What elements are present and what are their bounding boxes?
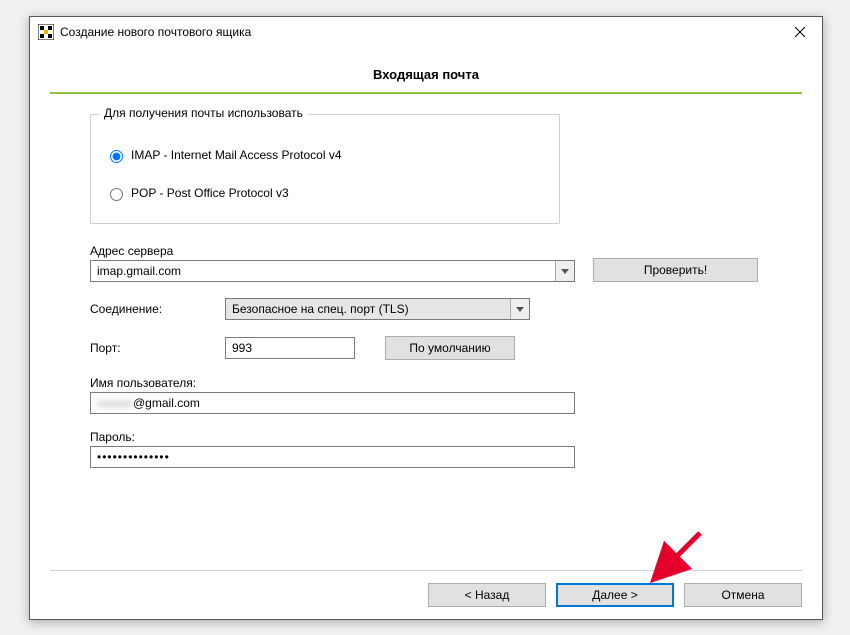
cancel-button[interactable]: Отмена <box>684 583 802 607</box>
connection-value: Безопасное на спец. порт (TLS) <box>232 302 409 316</box>
button-bar: < Назад Далее > Отмена <box>50 570 802 607</box>
port-input[interactable] <box>225 337 355 359</box>
username-label: Имя пользователя: <box>90 376 762 390</box>
page-title: Входящая почта <box>50 61 802 92</box>
server-label: Адрес сервера <box>90 244 575 258</box>
close-icon <box>795 27 805 37</box>
port-label: Порт: <box>90 341 225 355</box>
radio-pop-input[interactable] <box>110 188 123 201</box>
dialog-window: Создание нового почтового ящика Входящая… <box>29 16 823 620</box>
close-button[interactable] <box>777 17 822 47</box>
connection-label: Соединение: <box>90 302 225 316</box>
radio-imap-label: IMAP - Internet Mail Access Protocol v4 <box>131 148 342 162</box>
form-area: Для получения почты использовать IMAP - … <box>50 114 802 570</box>
protocol-group: Для получения почты использовать IMAP - … <box>90 114 560 224</box>
app-icon <box>38 24 54 40</box>
username-input[interactable]: xxxxxx @gmail.com <box>90 392 575 414</box>
port-default-button[interactable]: По умолчанию <box>385 336 515 360</box>
separator <box>50 92 802 94</box>
radio-imap[interactable]: IMAP - Internet Mail Access Protocol v4 <box>105 141 545 169</box>
window-title: Создание нового почтового ящика <box>60 25 777 39</box>
username-visible-part: @gmail.com <box>133 396 200 410</box>
chevron-down-icon <box>510 299 529 319</box>
username-hidden-part: xxxxxx <box>97 396 133 410</box>
server-address-value: imap.gmail.com <box>97 264 181 278</box>
radio-pop[interactable]: POP - Post Office Protocol v3 <box>105 179 545 207</box>
connection-select[interactable]: Безопасное на спец. порт (TLS) <box>225 298 530 320</box>
chevron-down-icon <box>555 261 574 281</box>
server-address-combo[interactable]: imap.gmail.com <box>90 260 575 282</box>
dialog-body: Входящая почта Для получения почты испол… <box>30 47 822 619</box>
back-button[interactable]: < Назад <box>428 583 546 607</box>
radio-imap-input[interactable] <box>110 150 123 163</box>
password-mask: •••••••••••••• <box>97 450 170 464</box>
radio-pop-label: POP - Post Office Protocol v3 <box>131 186 289 200</box>
password-label: Пароль: <box>90 430 762 444</box>
password-input[interactable]: •••••••••••••• <box>90 446 575 468</box>
protocol-group-label: Для получения почты использовать <box>99 106 308 120</box>
next-button[interactable]: Далее > <box>556 583 674 607</box>
titlebar: Создание нового почтового ящика <box>30 17 822 47</box>
check-button[interactable]: Проверить! <box>593 258 758 282</box>
